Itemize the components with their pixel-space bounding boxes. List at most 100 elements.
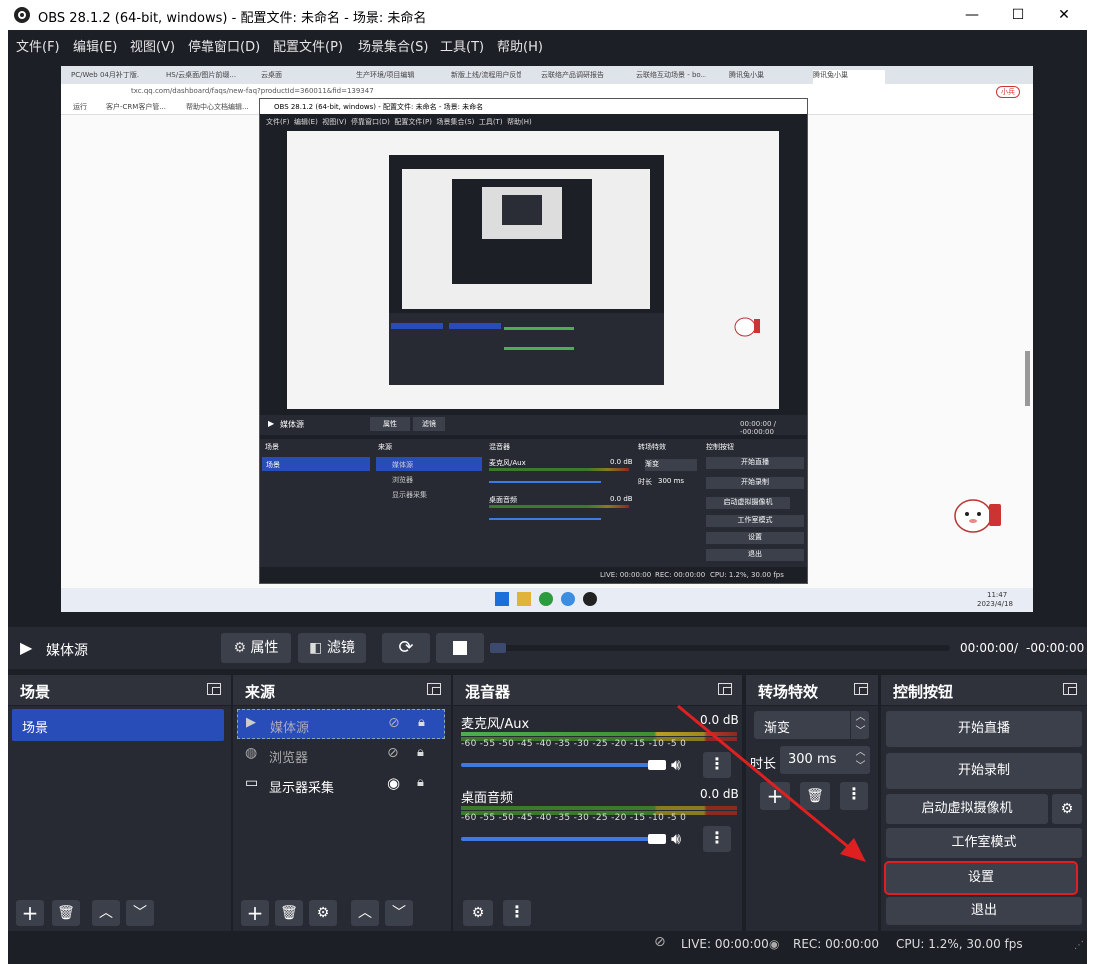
media-remaining: -00:00:00 [1026, 641, 1085, 655]
chevron-up-icon: ︿ [358, 905, 372, 921]
browser-tab: 云桌面 [261, 71, 282, 79]
menu-view[interactable]: 视图(V) [130, 36, 175, 55]
nested-slider [489, 481, 601, 483]
nested-cpu: CPU: 1.2%, 30.00 fps [710, 571, 784, 579]
annotation-arrow [677, 704, 866, 862]
source-item[interactable]: ▭ 显示器采集 ◉ 🔒︎ [237, 771, 445, 799]
media-seek-slider[interactable] [490, 643, 950, 653]
start-streaming-button[interactable]: 开始直播 [886, 711, 1082, 747]
page-scrollbar [1025, 351, 1030, 406]
source-item-label: 媒体源 [270, 721, 310, 736]
menu-profile[interactable]: 配置文件(P) [273, 36, 343, 55]
nested-title-bar: OBS 28.1.2 (64-bit, windows) - 配置文件: 未命名… [260, 99, 807, 114]
start-virtual-camera-button[interactable]: 启动虚拟摄像机 [886, 794, 1048, 824]
close-button[interactable]: ✕ [1041, 0, 1087, 30]
scene-down-button[interactable]: ﹀ [126, 900, 154, 926]
seek-handle[interactable] [490, 643, 506, 653]
volume-slider-handle[interactable] [648, 760, 666, 770]
nested-mascot [732, 311, 762, 339]
filters-button[interactable]: ◧ 滤镜 [298, 633, 366, 663]
add-scene-button[interactable]: + [16, 900, 44, 926]
scene-item[interactable]: 场景 [12, 709, 224, 741]
volume-slider[interactable] [461, 837, 659, 841]
resize-grip-icon[interactable]: ⋰ [1074, 940, 1084, 951]
lock-icon[interactable]: 🔒︎ [418, 715, 425, 730]
deep-scene-selected [391, 323, 443, 329]
live-status: LIVE: 00:00:00 [681, 937, 769, 951]
minimize-button[interactable]: — [949, 0, 995, 30]
mixer-options-button[interactable]: ⋮ [503, 900, 531, 926]
cpu-status: CPU: 1.2%, 30.00 fps [896, 937, 1023, 951]
settings-button[interactable]: 设置 [884, 861, 1078, 895]
menu-tools[interactable]: 工具(T) [440, 36, 484, 55]
nested-dock-title: 场景 [265, 443, 279, 451]
nested-status: LIVE: 00:00:00 REC: 00:00:00 CPU: 1.2%, … [260, 569, 807, 583]
undock-icon[interactable] [207, 683, 221, 695]
advanced-audio-button[interactable]: ⚙ [463, 900, 493, 926]
volume-slider-handle[interactable] [648, 834, 666, 844]
menu-edit[interactable]: 编辑(E) [73, 36, 117, 55]
media-time-separator: / [1014, 641, 1019, 655]
eye-slash-icon[interactable]: ⊘ [387, 745, 399, 761]
nested-control: 工作室模式 [706, 515, 804, 527]
remove-scene-button[interactable]: 🗑 [52, 900, 80, 926]
mixer-title: 混音器 [465, 683, 511, 701]
source-item[interactable]: ◍ 浏览器 ⊘ 🔒︎ [237, 741, 445, 769]
chevron-up-icon: ︿ [99, 905, 113, 921]
lock-icon[interactable]: 🔒︎ [417, 775, 424, 790]
remove-source-button[interactable]: 🗑 [275, 900, 303, 926]
nested-title: OBS 28.1.2 (64-bit, windows) - 配置文件: 未命名… [274, 103, 484, 111]
play-icon[interactable]: ▶ [20, 638, 32, 657]
preview-canvas[interactable]: PC/Web 04月补丁版... HS/云桌面/图片前缀... 云桌面 生产环境… [61, 66, 1033, 612]
menu-file[interactable]: 文件(F) [16, 36, 60, 55]
lock-icon[interactable]: 🔒︎ [417, 745, 424, 760]
add-source-button[interactable]: + [241, 900, 269, 926]
menu-docks[interactable]: 停靠窗口(D) [188, 36, 260, 55]
media-time: 00:00:00 [960, 641, 1014, 655]
nested-source-name: 媒体源 [280, 420, 304, 429]
undock-icon[interactable] [718, 683, 732, 695]
nested-scene-item: 场景 [262, 457, 370, 471]
nested-dock-title: 转场特效 [638, 443, 666, 451]
start-icon [495, 592, 509, 606]
window-title: OBS 28.1.2 (64-bit, windows) - 配置文件: 未命名… [38, 11, 427, 26]
nested-meter [489, 468, 629, 471]
source-down-button[interactable]: ﹀ [385, 900, 413, 926]
properties-button[interactable]: ⚙ 属性 [221, 633, 291, 663]
source-item-label: 浏览器 [269, 751, 309, 766]
undock-icon[interactable] [854, 683, 868, 695]
nested-mixer-db: 0.0 dB [610, 458, 633, 466]
scene-item-label: 场景 [22, 721, 49, 736]
source-item[interactable]: ▶ 媒体源 ⊘ 🔒︎ [237, 709, 445, 739]
browser-tab: 云联络产品调研报告 [541, 71, 604, 79]
menu-scene-collection[interactable]: 场景集合(S) [358, 36, 428, 55]
eye-icon[interactable]: ◉ [387, 774, 400, 792]
title-bar: OBS 28.1.2 (64-bit, windows) - 配置文件: 未命名… [0, 0, 1095, 30]
undock-icon[interactable] [1063, 683, 1077, 695]
gear-icon: ⚙ [1060, 801, 1074, 817]
studio-mode-button[interactable]: 工作室模式 [886, 828, 1082, 858]
deep-source-selected [449, 323, 501, 329]
source-properties-button[interactable]: ⚙ [309, 900, 337, 926]
bookmark: 客户-CRM客户管... [106, 103, 166, 111]
menu-help[interactable]: 帮助(H) [497, 36, 543, 55]
eye-slash-icon[interactable]: ⊘ [388, 715, 400, 731]
stop-button[interactable] [436, 633, 484, 663]
nested-properties: 属性 [370, 417, 410, 431]
undock-icon[interactable] [427, 683, 441, 695]
scene-up-button[interactable]: ︿ [92, 900, 120, 926]
gear-icon: ⚙ [316, 905, 330, 921]
restart-button[interactable]: ⟳ [382, 633, 430, 663]
start-recording-button[interactable]: 开始录制 [886, 753, 1082, 789]
exit-button[interactable]: 退出 [886, 897, 1082, 925]
nested-source-item: 显示器采集 [392, 491, 427, 499]
meter-scale: -60 -55 -50 -45 -40 -35 -30 -25 -20 -15 … [461, 813, 687, 823]
gears-icon: ⚙ [471, 905, 485, 921]
source-up-button[interactable]: ︿ [351, 900, 379, 926]
nested-mixer-name: 麦克风/Aux [489, 459, 526, 467]
virtual-camera-settings-button[interactable]: ⚙ [1052, 794, 1082, 824]
gear-icon: ⚙ [233, 640, 247, 656]
maximize-button[interactable]: ☐ [995, 0, 1041, 30]
browser-tab: 生产环境/项目编辑 [356, 71, 415, 79]
volume-slider[interactable] [461, 763, 659, 767]
